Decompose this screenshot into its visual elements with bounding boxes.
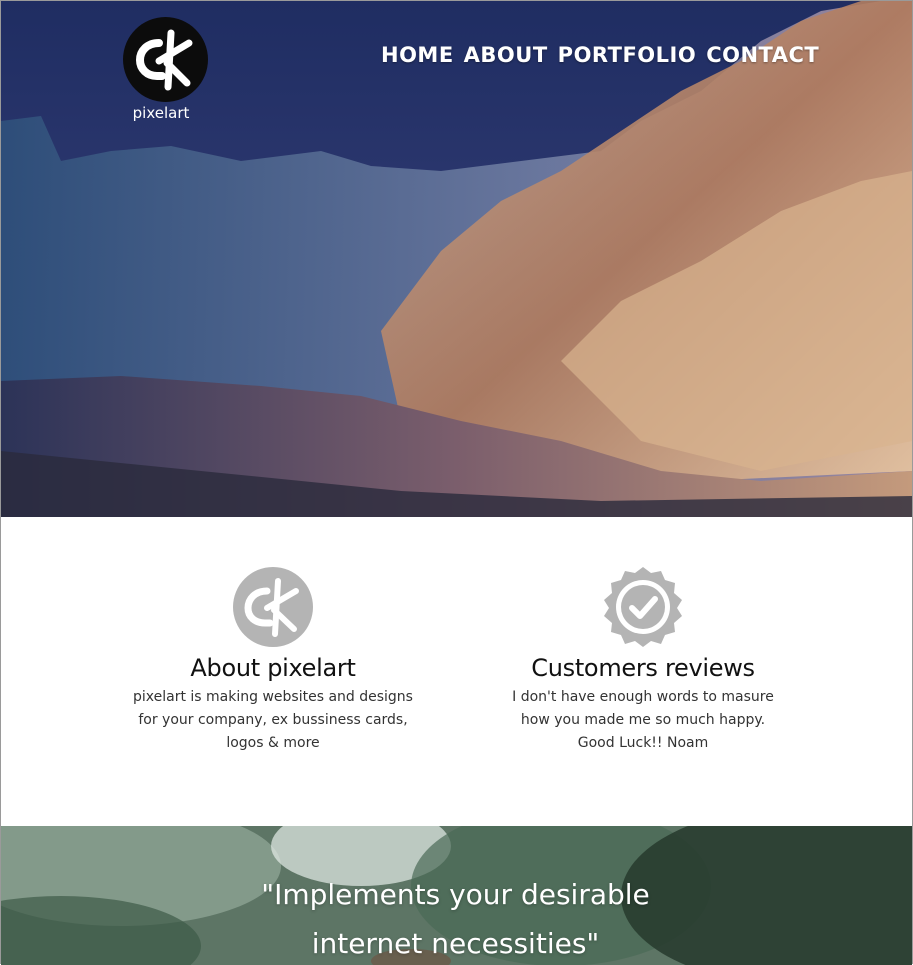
pixelart-logo-icon <box>233 567 313 647</box>
site-logo[interactable] <box>123 17 208 102</box>
feature-reviews-line-2: how you made me so much happy. <box>520 712 766 728</box>
feature-reviews-text: I don't have enough words to masure how … <box>503 686 783 755</box>
nav-home[interactable]: HOME <box>381 43 454 67</box>
main-nav: HOME ABOUT PORTFOLIO CONTACT <box>381 43 819 67</box>
hero-banner: pixelart HOME ABOUT PORTFOLIO CONTACT <box>1 1 912 517</box>
quote-banner: "Implements your desirable internet nece… <box>1 826 912 965</box>
features-section: About pixelart pixelart is making websit… <box>1 518 912 826</box>
pixelart-logo-icon <box>135 29 193 91</box>
feature-about-line-1: pixelart is making websites and designs <box>133 689 413 705</box>
about-icon-wrap <box>232 566 314 648</box>
nav-portfolio[interactable]: PORTFOLIO <box>558 43 697 67</box>
reviews-icon-wrap <box>602 566 684 648</box>
feature-about-title: About pixelart <box>190 654 356 682</box>
quote-line-1: "Implements your desirable <box>261 878 650 911</box>
feature-about: About pixelart pixelart is making websit… <box>133 566 413 755</box>
feature-reviews-title: Customers reviews <box>531 654 755 682</box>
brand-name: pixelart <box>132 104 190 122</box>
feature-reviews-line-1: I don't have enough words to masure <box>512 689 774 705</box>
tagline-quote: "Implements your desirable internet nece… <box>1 870 911 965</box>
feature-about-text: pixelart is making websites and designs … <box>133 686 413 755</box>
feature-about-line-3: logos & more <box>226 735 320 751</box>
nav-about[interactable]: ABOUT <box>464 43 548 67</box>
feature-reviews-line-3: Good Luck!! Noam <box>577 735 709 751</box>
nav-contact[interactable]: CONTACT <box>706 43 819 67</box>
quote-line-2: internet necessities" <box>311 927 600 960</box>
feature-reviews: Customers reviews I don't have enough wo… <box>503 566 783 755</box>
feature-about-line-2: for your company, ex bussiness cards, <box>138 712 408 728</box>
check-badge-icon <box>604 567 682 647</box>
